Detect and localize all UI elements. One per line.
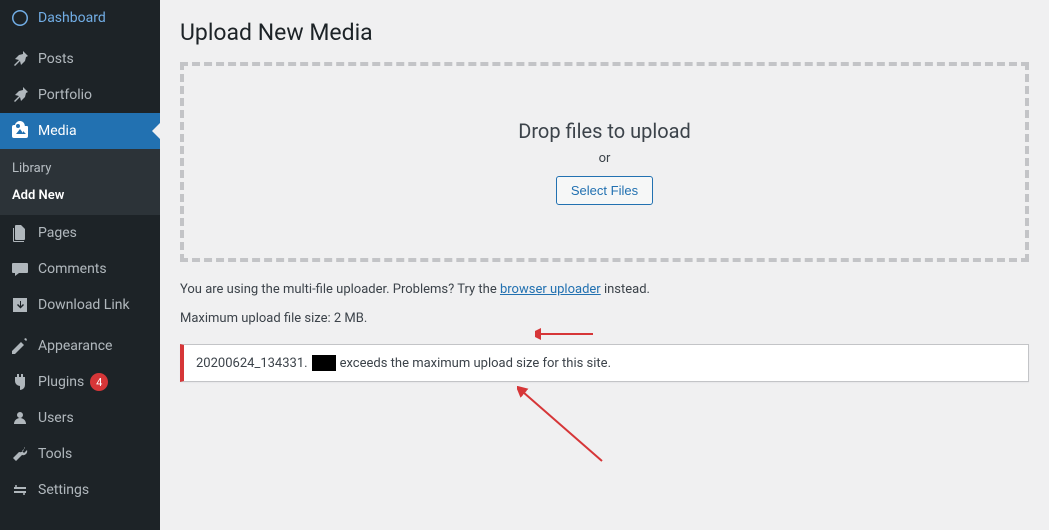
sidebar-item-tools[interactable]: Tools — [0, 436, 160, 472]
sidebar-item-pages[interactable]: Pages — [0, 215, 160, 251]
sidebar-item-label: Settings — [38, 482, 89, 498]
sidebar-item-label: Tools — [38, 446, 72, 462]
admin-sidebar: Dashboard Posts Portfolio Media Library … — [0, 0, 160, 530]
comments-icon — [10, 259, 30, 279]
browser-uploader-link[interactable]: browser uploader — [500, 282, 601, 297]
sidebar-item-settings[interactable]: Settings — [0, 472, 160, 508]
sidebar-item-label: Comments — [38, 261, 107, 277]
sidebar-item-label: Posts — [38, 51, 74, 67]
sidebar-item-label: Appearance — [38, 338, 112, 354]
users-icon — [10, 408, 30, 428]
main-content: Upload New Media Drop files to upload or… — [160, 0, 1049, 530]
annotation-arrow-icon — [535, 326, 595, 342]
sidebar-item-label: Media — [38, 123, 77, 139]
sidebar-item-download-link[interactable]: Download Link — [0, 287, 160, 323]
uploader-note: You are using the multi-file uploader. P… — [180, 282, 1029, 297]
dropzone-or: or — [599, 151, 611, 166]
pages-icon — [10, 223, 30, 243]
sidebar-item-label: Dashboard — [38, 10, 106, 26]
annotation-arrow-icon — [517, 386, 607, 466]
sidebar-item-dashboard[interactable]: Dashboard — [0, 0, 160, 36]
sidebar-item-label: Download Link — [38, 297, 130, 313]
sidebar-item-portfolio[interactable]: Portfolio — [0, 77, 160, 113]
pin-icon — [10, 85, 30, 105]
redacted-extension — [312, 355, 336, 371]
sidebar-item-posts[interactable]: Posts — [0, 41, 160, 77]
sidebar-item-media[interactable]: Media — [0, 113, 160, 149]
plugins-update-badge: 4 — [90, 373, 108, 391]
page-title: Upload New Media — [180, 10, 1029, 62]
sidebar-item-plugins[interactable]: Plugins 4 — [0, 364, 160, 400]
sidebar-item-comments[interactable]: Comments — [0, 251, 160, 287]
sidebar-item-users[interactable]: Users — [0, 400, 160, 436]
max-upload-size: Maximum upload file size: 2 MB. — [180, 311, 1029, 326]
upload-dropzone[interactable]: Drop files to upload or Select Files — [180, 62, 1029, 262]
sidebar-item-label: Pages — [38, 225, 77, 241]
appearance-icon — [10, 336, 30, 356]
sidebar-submenu-media: Library Add New — [0, 149, 160, 215]
submenu-item-library[interactable]: Library — [0, 155, 160, 182]
plugins-icon — [10, 372, 30, 392]
dashboard-icon — [10, 8, 30, 28]
error-filename: 20200624_134331. — [196, 356, 308, 371]
settings-icon — [10, 480, 30, 500]
sidebar-item-label: Plugins — [38, 374, 84, 390]
tools-icon — [10, 444, 30, 464]
select-files-button[interactable]: Select Files — [556, 176, 653, 205]
media-icon — [10, 121, 30, 141]
upload-error-notice: 20200624_134331. exceeds the maximum upl… — [180, 344, 1029, 382]
dropzone-title: Drop files to upload — [518, 119, 691, 143]
error-message: exceeds the maximum upload size for this… — [340, 356, 611, 371]
sidebar-item-label: Portfolio — [38, 87, 92, 103]
submenu-item-add-new[interactable]: Add New — [0, 182, 160, 209]
pin-icon — [10, 49, 30, 69]
sidebar-item-appearance[interactable]: Appearance — [0, 328, 160, 364]
download-icon — [10, 295, 30, 315]
sidebar-item-label: Users — [38, 410, 74, 426]
